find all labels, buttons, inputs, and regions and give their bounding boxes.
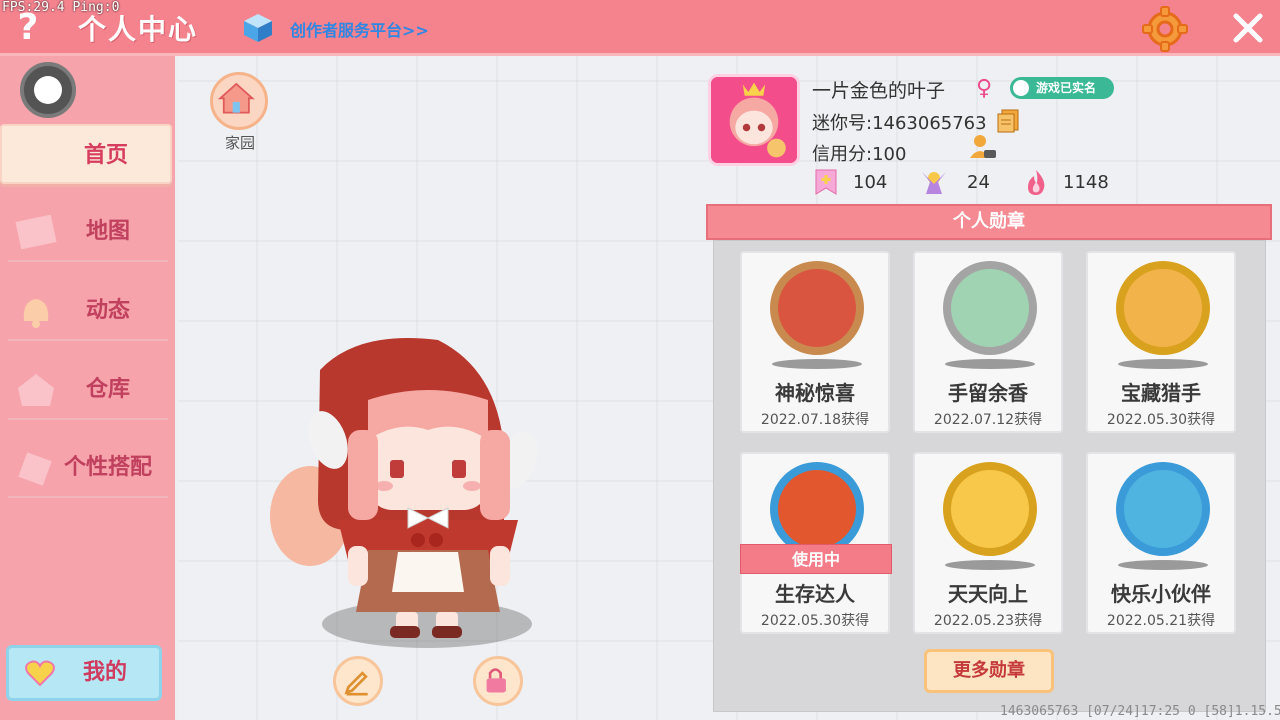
mini-id: 迷你号:1463065763 bbox=[812, 113, 987, 134]
more-badges-button[interactable]: 更多勋章 bbox=[924, 649, 1054, 693]
medal-icon bbox=[943, 462, 1037, 556]
house-icon bbox=[18, 374, 54, 406]
top-bar: ? FPS:29.4 Ping:0 个人中心 创作者服务平台>> bbox=[0, 0, 1280, 56]
plus-card-icon bbox=[815, 169, 837, 195]
badges-header: 个人勋章 bbox=[706, 204, 1272, 240]
pencil-icon bbox=[344, 671, 368, 696]
badge-card[interactable]: 手留余香 2022.07.12获得 bbox=[913, 251, 1063, 433]
person-card-icon[interactable] bbox=[968, 132, 998, 162]
badge-card[interactable]: 神秘惊喜 2022.07.18获得 bbox=[740, 251, 890, 433]
player-avatar[interactable] bbox=[268, 330, 558, 642]
medal-icon bbox=[943, 261, 1037, 355]
verified-badge: 游戏已实名 bbox=[1010, 77, 1114, 99]
medal-shadow bbox=[945, 359, 1035, 369]
medal-shadow bbox=[1118, 359, 1208, 369]
footer-info: 1463065763 [07/24]17:25 0 [58]1.15.5 bbox=[1000, 704, 1280, 719]
map-icon bbox=[15, 214, 57, 250]
badge-date: 2022.05.23获得 bbox=[933, 613, 1043, 629]
badge-card[interactable]: 宝藏猎手 2022.05.30获得 bbox=[1086, 251, 1236, 433]
fans-icon bbox=[922, 172, 946, 194]
house-icon bbox=[217, 82, 255, 114]
medal-icon bbox=[1116, 462, 1210, 556]
home-button[interactable] bbox=[210, 72, 268, 130]
flame-icon bbox=[1028, 170, 1045, 195]
medal-icon bbox=[1116, 261, 1210, 355]
badge-card[interactable]: 快乐小伙伴 2022.05.21获得 bbox=[1086, 452, 1236, 634]
sidebar-item-warehouse[interactable]: 仓库 bbox=[8, 360, 168, 420]
bell-icon bbox=[23, 299, 49, 328]
badge-name: 生存达人 bbox=[775, 582, 855, 606]
medal-shadow bbox=[1118, 560, 1208, 570]
page-title: 个人中心 bbox=[78, 13, 199, 46]
medal-icon bbox=[770, 462, 864, 556]
sidebar-item-label: 首页 bbox=[83, 143, 128, 168]
gear-icon[interactable] bbox=[1142, 6, 1188, 52]
sidebar-item-label: 仓库 bbox=[85, 377, 130, 402]
badge-date: 2022.05.30获得 bbox=[760, 613, 870, 629]
badge-name: 宝藏猎手 bbox=[1121, 381, 1201, 405]
medal-icon bbox=[770, 261, 864, 355]
badge-name: 手留余香 bbox=[948, 381, 1028, 405]
record-button[interactable] bbox=[20, 62, 76, 118]
lock-button[interactable] bbox=[473, 656, 523, 706]
creator-platform-link[interactable]: 创作者服务平台>> bbox=[290, 17, 429, 41]
mine-button[interactable]: 我的 bbox=[6, 645, 162, 701]
sidebar-item-outfit[interactable]: 个性搭配 bbox=[8, 438, 168, 498]
medal-shadow bbox=[945, 560, 1035, 570]
cube-icon bbox=[18, 452, 52, 486]
badge-date: 2022.05.21获得 bbox=[1106, 613, 1216, 629]
sidebar-item-home[interactable]: 首页 bbox=[0, 124, 172, 184]
female-icon: ♀ bbox=[976, 76, 993, 101]
stat-value: 24 bbox=[967, 172, 990, 193]
profile-avatar[interactable] bbox=[708, 74, 800, 166]
badge-name: 天天向上 bbox=[948, 582, 1028, 606]
close-icon[interactable] bbox=[1228, 8, 1268, 48]
avatar-portrait bbox=[711, 77, 797, 163]
sidebar-item-label: 动态 bbox=[85, 298, 130, 323]
sidebar-item-feed[interactable]: 动态 bbox=[8, 281, 168, 341]
mine-label: 我的 bbox=[83, 660, 128, 685]
sidebar-item-label: 个性搭配 bbox=[63, 455, 152, 480]
cube-icon[interactable] bbox=[242, 12, 274, 44]
sidebar-item-label: 地图 bbox=[85, 219, 130, 244]
lock-icon bbox=[486, 668, 506, 693]
badge-name: 神秘惊喜 bbox=[775, 381, 855, 405]
badge-card[interactable]: 使用中 生存达人 2022.05.30获得 bbox=[740, 452, 892, 634]
player-name: 一片金色的叶子 bbox=[812, 80, 946, 102]
sidebar: 首页 地图 动态 仓库 个性搭配 我的 bbox=[0, 56, 175, 720]
edit-button[interactable] bbox=[333, 656, 383, 706]
badge-date: 2022.07.18获得 bbox=[760, 412, 870, 428]
stat-value: 1148 bbox=[1063, 172, 1109, 193]
home-label: 家园 bbox=[224, 134, 255, 152]
in-use-tag: 使用中 bbox=[740, 544, 892, 574]
sidebar-item-map[interactable]: 地图 bbox=[8, 202, 168, 262]
credit-score: 信用分:100 bbox=[812, 144, 907, 165]
heart-icon bbox=[25, 660, 55, 686]
copy-icon[interactable] bbox=[996, 108, 1020, 134]
badge-date: 2022.05.30获得 bbox=[1106, 412, 1216, 428]
medal-shadow bbox=[772, 359, 862, 369]
badge-card[interactable]: 天天向上 2022.05.23获得 bbox=[913, 452, 1063, 634]
stat-value: 104 bbox=[853, 172, 888, 193]
badge-date: 2022.07.12获得 bbox=[933, 412, 1043, 428]
badge-name: 快乐小伙伴 bbox=[1111, 582, 1211, 606]
